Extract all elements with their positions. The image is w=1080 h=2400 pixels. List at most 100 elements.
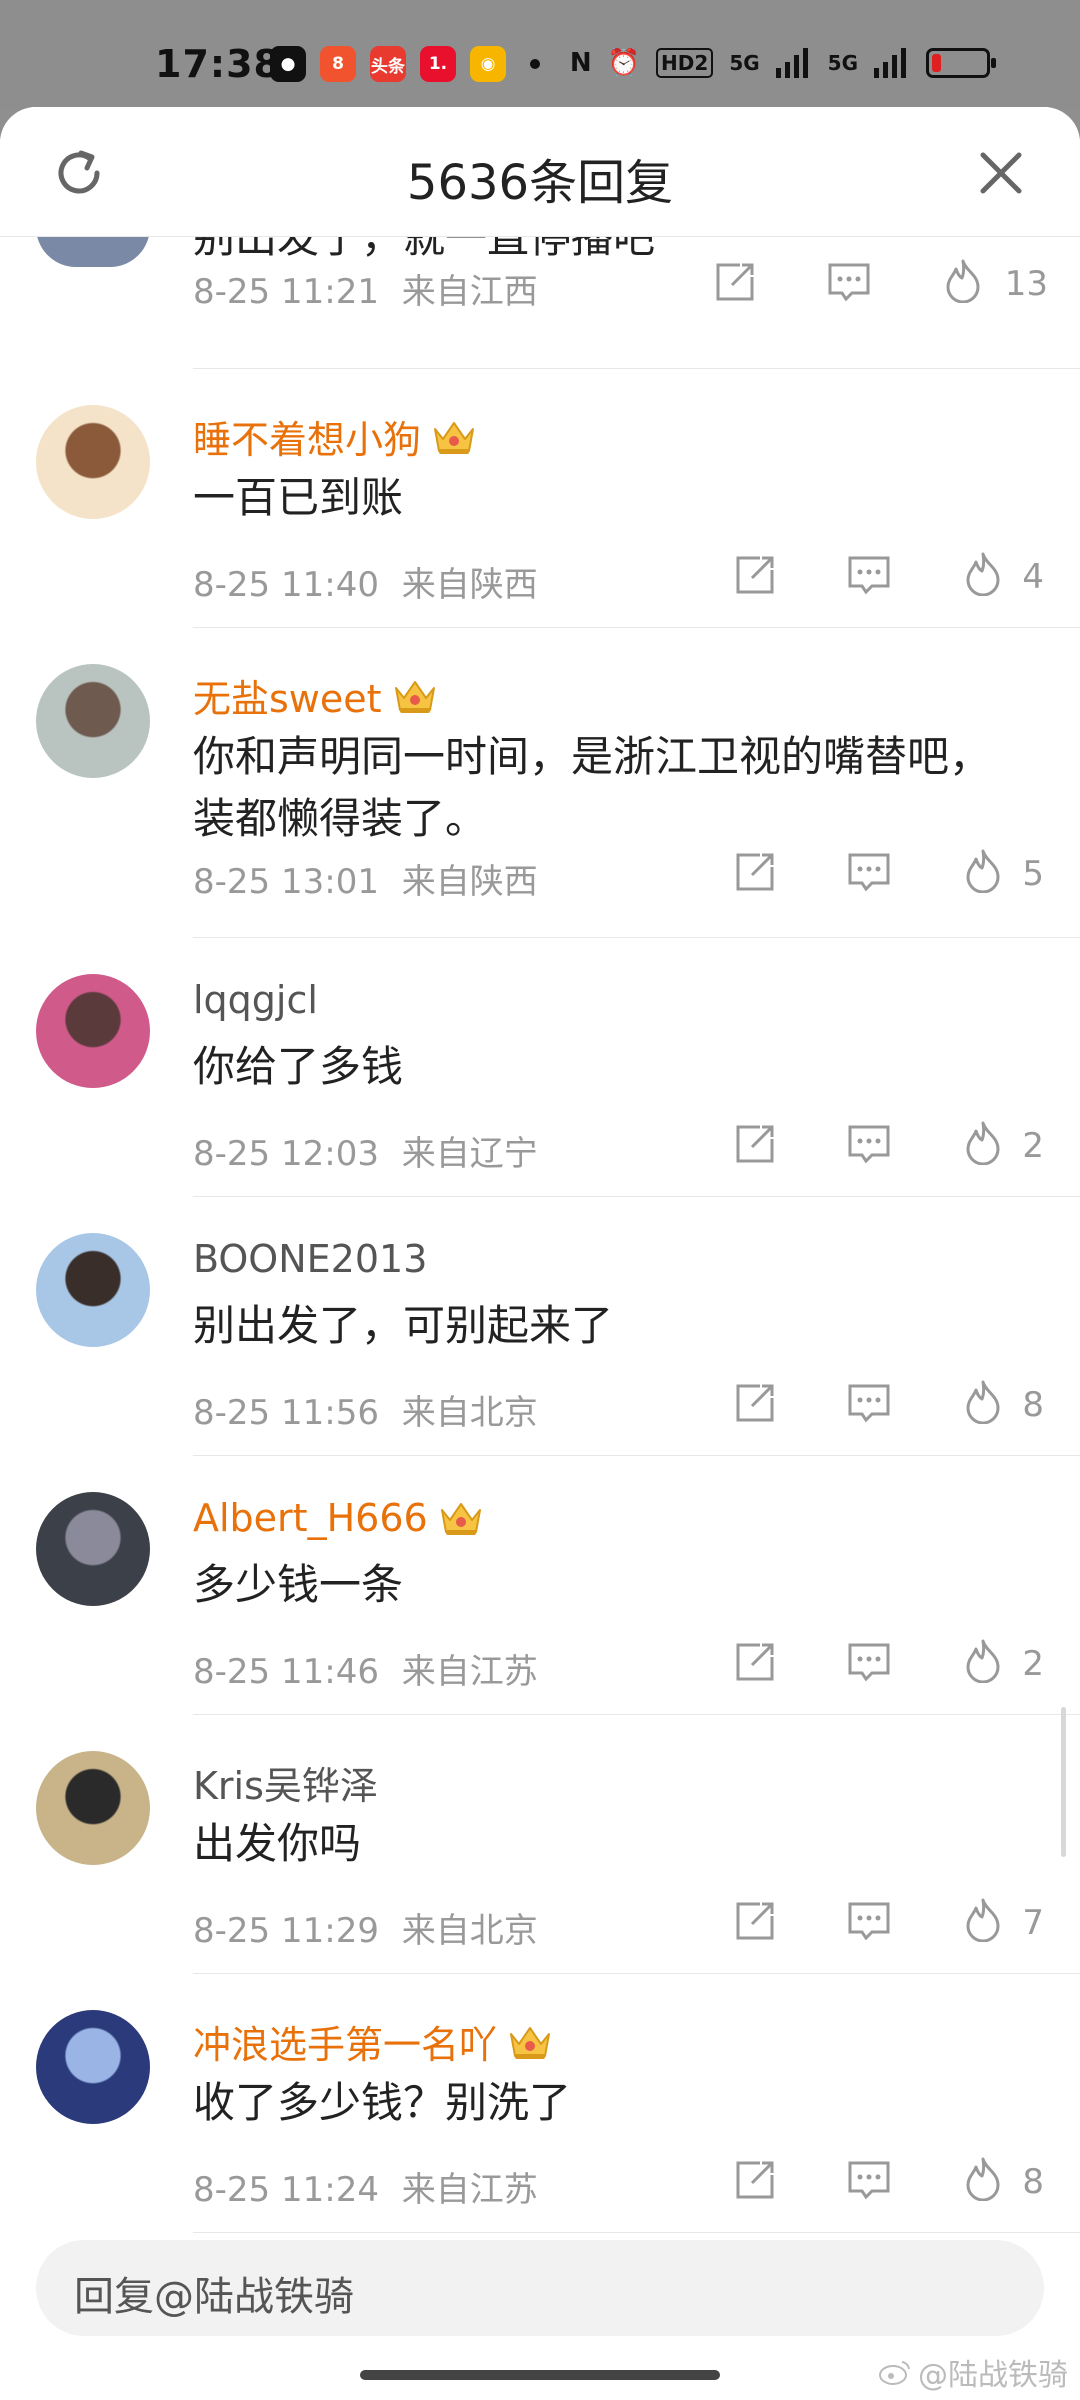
repost-icon[interactable]: [732, 849, 778, 895]
comment-item[interactable]: Kris吴铧泽 出发你吗 8-25 11:29 来自北京 7: [0, 1715, 1080, 1974]
comment-text: 你给了多钱: [193, 1042, 404, 1091]
comment-time: 8-25 11:56: [193, 1393, 379, 1433]
comment-text: 你和声明同一时间，是浙江卫视的嘴替吧，装都懒得装了。: [193, 732, 992, 843]
comment-item[interactable]: lqqgjcl 你给了多钱 8-25 12:03 来自辽宁 2: [0, 938, 1080, 1197]
comment-text: 多少钱一条: [193, 1560, 404, 1609]
repost-icon[interactable]: [732, 2157, 778, 2203]
reply-icon[interactable]: [846, 1380, 892, 1426]
signal-bars-icon: [775, 48, 808, 78]
comment-item[interactable]: Albert_H666 多少钱一条 8-25 11:46 来自江苏 2: [0, 1456, 1080, 1715]
replies-sheet: 5636条回复 别出发了，就一直停播吧 8-25 11:21 来自江西 13 睡…: [0, 107, 1080, 2400]
sheet-header: 5636条回复: [0, 107, 1080, 237]
notification-icons: ● 8 头条 1. ◉: [270, 46, 540, 82]
username[interactable]: 睡不着想小狗: [193, 409, 477, 464]
wechat-icon: ●: [270, 46, 306, 82]
like-count: 7: [1022, 1903, 1044, 1943]
username[interactable]: lqqgjcl: [193, 978, 318, 1022]
reply-input[interactable]: 回复@陆战铁骑: [36, 2240, 1044, 2336]
repost-icon[interactable]: [732, 1380, 778, 1426]
comment-time: 8-25 11:46: [193, 1652, 379, 1692]
repost-icon[interactable]: [732, 1639, 778, 1685]
avatar[interactable]: [36, 974, 150, 1088]
vip-crown-icon: [440, 1503, 481, 1535]
repost-icon[interactable]: [712, 259, 758, 305]
battery-icon: [926, 48, 996, 78]
comment-location: 来自辽宁: [401, 1134, 538, 1174]
comment-location: 来自江西: [401, 272, 538, 312]
vip-crown-icon: [510, 2026, 551, 2059]
home-indicator[interactable]: [360, 2370, 720, 2380]
like-count: 2: [1022, 1644, 1044, 1684]
like-count: 2: [1022, 1126, 1044, 1166]
page-title: 5636条回复: [406, 155, 674, 211]
close-button[interactable]: [970, 142, 1032, 204]
system-status-icons: N ⏰ HD2 5G 5G: [569, 48, 996, 78]
comment-text: 收了多少钱？别洗了: [193, 2078, 572, 2127]
like-count: 8: [1022, 1385, 1044, 1425]
comment-item[interactable]: BOONE2013 别出发了，可别起来了 8-25 11:56 来自北京 8: [0, 1197, 1080, 1456]
username[interactable]: 无盐sweet: [193, 668, 438, 723]
divider: [193, 2232, 1080, 2233]
comment-time: 8-25 11:24: [193, 2170, 379, 2210]
like-flame-icon[interactable]: [940, 257, 986, 303]
comment-time: 8-25 13:01: [193, 862, 379, 902]
reply-icon[interactable]: [826, 259, 872, 305]
username[interactable]: Kris吴铧泽: [193, 1755, 378, 1810]
reply-icon[interactable]: [846, 552, 892, 598]
weibo-icon: [879, 2361, 910, 2385]
comment-meta: 8-25 13:01 来自陕西: [193, 854, 538, 903]
battery-level: [932, 54, 941, 72]
avatar[interactable]: [36, 1233, 150, 1347]
comment-text: 出发你吗: [193, 1819, 362, 1868]
more-notifications-dot: [530, 59, 540, 69]
comment-location: 来自北京: [401, 1911, 538, 1951]
comment-meta: 8-25 11:46 来自江苏: [193, 1644, 538, 1693]
comment-meta: 8-25 11:29 来自北京: [193, 1903, 538, 1952]
comment-time: 8-25 11:40: [193, 565, 379, 605]
status-time: 17:38: [155, 42, 281, 86]
comment-item[interactable]: 无盐sweet 你和声明同一时间，是浙江卫视的嘴替吧，装都懒得装了。 8-25 …: [0, 628, 1080, 938]
avatar[interactable]: [36, 405, 150, 519]
status-bar: 17:38 ● 8 头条 1. ◉ N ⏰ HD2 5G 5G: [0, 0, 1080, 110]
like-count: 8: [1022, 2162, 1044, 2202]
scrollbar[interactable]: [1061, 1707, 1066, 1857]
weibo-watermark: @陆战铁骑: [878, 2350, 1068, 2394]
comment-location: 来自北京: [401, 1393, 538, 1433]
reply-icon[interactable]: [846, 2157, 892, 2203]
comment-item-partial: 别出发了，就一直停播吧 8-25 11:21 来自江西 13: [0, 237, 1080, 369]
avatar[interactable]: [36, 1492, 150, 1606]
reply-icon[interactable]: [846, 849, 892, 895]
like-count: 5: [1022, 854, 1044, 894]
comment-item[interactable]: 睡不着想小狗 一百已到账 8-25 11:40 来自陕西 4: [0, 369, 1080, 628]
vip-crown-icon: [434, 421, 475, 454]
comment-time: 8-25 11:21: [193, 272, 379, 312]
app-8-icon: 8: [320, 46, 356, 82]
username[interactable]: Albert_H666: [193, 1496, 484, 1540]
repost-icon[interactable]: [732, 1121, 778, 1167]
username[interactable]: 冲浪选手第一名吖: [193, 2014, 553, 2069]
comment-meta: 8-25 12:03 来自辽宁: [193, 1126, 538, 1175]
avatar[interactable]: [36, 1751, 150, 1865]
signal-5g-icon: 5G: [729, 51, 760, 75]
comment-meta: 8-25 11:24 来自江苏: [193, 2162, 538, 2211]
username[interactable]: BOONE2013: [193, 1237, 427, 1281]
reply-icon[interactable]: [846, 1639, 892, 1685]
repost-icon[interactable]: [732, 1898, 778, 1944]
comment-item[interactable]: 冲浪选手第一名吖 收了多少钱？别洗了 8-25 11:24 来自江苏 8: [0, 1974, 1080, 2233]
avatar[interactable]: [36, 664, 150, 778]
close-icon: [980, 152, 1022, 194]
comment-text: 一百已到账: [193, 473, 404, 522]
avatar[interactable]: [36, 237, 150, 267]
comment-time: 8-25 11:29: [193, 1911, 379, 1951]
comment-list[interactable]: 别出发了，就一直停播吧 8-25 11:21 来自江西 13 睡不着想小狗 一百…: [0, 237, 1080, 2352]
avatar[interactable]: [36, 2010, 150, 2124]
comment-location: 来自江苏: [401, 2170, 538, 2210]
alarm-icon: ⏰: [607, 48, 641, 78]
nfc-icon: N: [569, 48, 592, 78]
repost-icon[interactable]: [732, 552, 778, 598]
signal-5g-icon-2: 5G: [827, 51, 858, 75]
reply-icon[interactable]: [846, 1121, 892, 1167]
reply-icon[interactable]: [846, 1898, 892, 1944]
comment-location: 来自江苏: [401, 1652, 538, 1692]
comment-meta: 8-25 11:21 来自江西: [193, 264, 538, 313]
